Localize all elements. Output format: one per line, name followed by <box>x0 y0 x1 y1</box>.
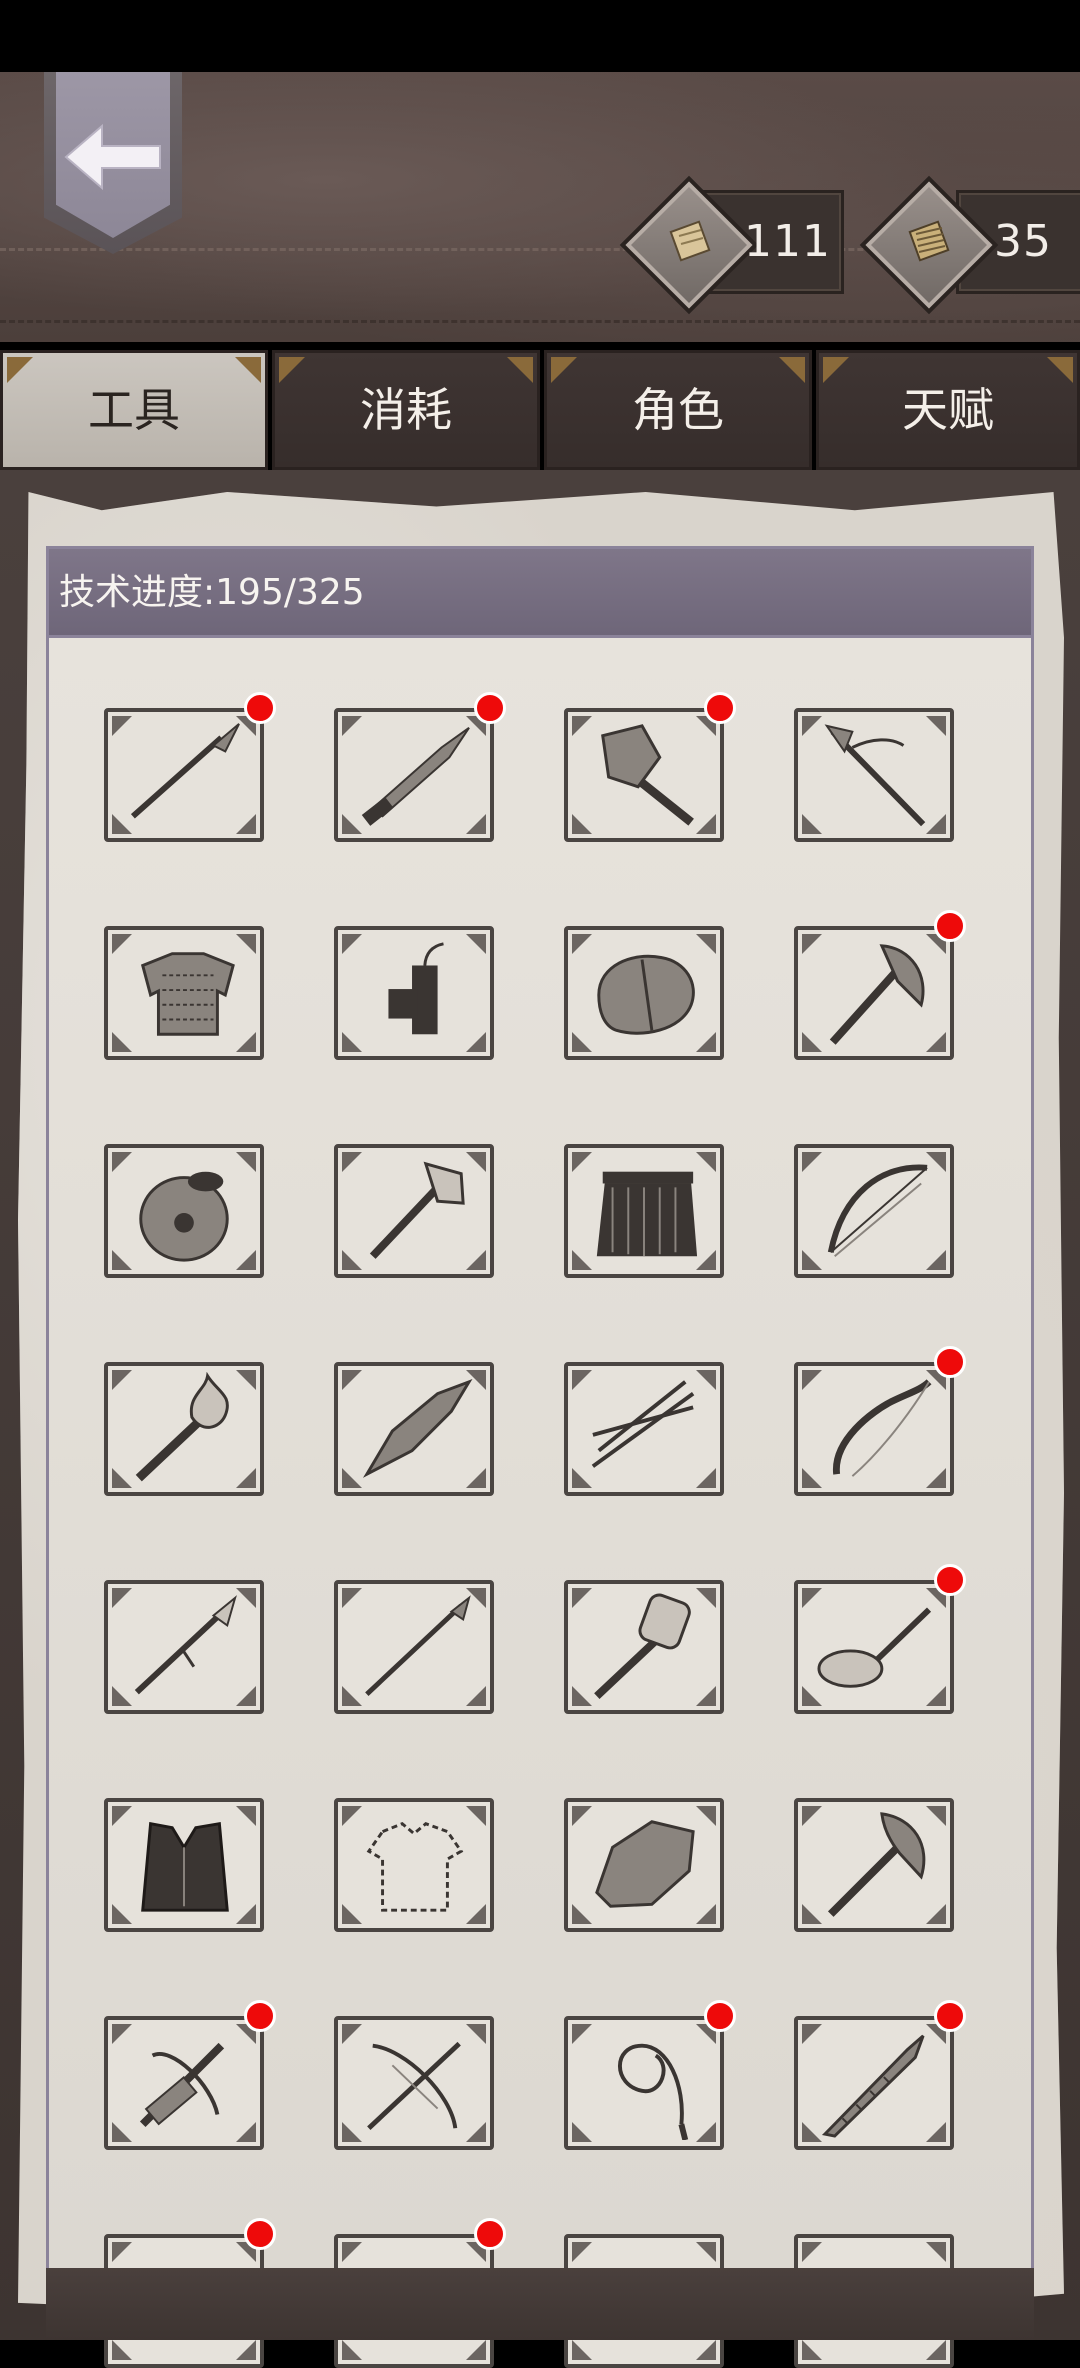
tech-item-slot[interactable] <box>794 1362 954 1496</box>
tech-item-slot[interactable] <box>794 1144 954 1278</box>
corner-ornament-icon <box>507 357 533 383</box>
tech-item-slot[interactable] <box>334 1580 494 1714</box>
status-bar <box>0 0 1080 72</box>
heavy-crossbow-icon <box>367 2041 461 2131</box>
tech-item-slot[interactable] <box>334 708 494 842</box>
corner-ornament-icon <box>551 357 577 383</box>
category-tabs: 工具 消耗 角色 天赋 <box>0 350 1080 470</box>
arrows-icon <box>591 1380 695 1468</box>
corner-ornament-icon <box>823 357 849 383</box>
woven-cloth-icon <box>908 220 950 262</box>
tech-item-slot[interactable] <box>794 708 954 842</box>
armor-backpack-icon <box>597 954 695 1035</box>
long-spear-icon <box>365 1595 471 1696</box>
fabric-scroll-icon <box>669 220 711 262</box>
flint-blade-icon <box>362 1378 473 1478</box>
tab-label: 角色 <box>632 383 724 437</box>
tech-item-slot[interactable] <box>334 926 494 1060</box>
serrated-sword-icon <box>821 2034 925 2138</box>
tab-label: 工具 <box>88 383 180 437</box>
currency-value-cloth: 111 <box>744 216 831 267</box>
leather-vest-icon <box>141 1821 229 1912</box>
battle-axe-icon <box>829 944 925 1045</box>
tab-label: 天赋 <box>902 383 994 437</box>
tech-progress-header: 技术进度:195/325 <box>46 546 1034 638</box>
stone-axe-icon <box>369 1161 465 1259</box>
whip-icon <box>617 2043 689 2140</box>
tech-item-slot[interactable] <box>334 1362 494 1496</box>
staff-spear-icon <box>824 724 926 827</box>
tech-item-slot[interactable] <box>794 1580 954 1714</box>
tech-item-slot[interactable] <box>564 1362 724 1496</box>
corner-ornament-icon <box>235 357 261 383</box>
tech-item-slot[interactable] <box>334 1798 494 1932</box>
tech-item-slot[interactable] <box>334 2016 494 2150</box>
tech-item-slot[interactable] <box>104 1144 264 1278</box>
tech-item-slot[interactable] <box>564 708 724 842</box>
grass-skirt-icon <box>596 1171 698 1257</box>
locked-shirt-outline-icon <box>366 1822 464 1912</box>
tech-item-slot[interactable] <box>794 2016 954 2150</box>
corner-ornament-icon <box>279 357 305 383</box>
chainmail-armor-icon <box>140 952 235 1036</box>
tab-consumables[interactable]: 消耗 <box>272 350 540 470</box>
fire-torch-icon <box>135 1372 229 1482</box>
back-arrow-icon[interactable] <box>62 120 164 194</box>
dynamite-icon <box>388 942 444 1035</box>
spear-icon <box>130 723 240 819</box>
tech-item-slot[interactable] <box>104 2016 264 2150</box>
tech-item-slot[interactable] <box>334 1144 494 1278</box>
stone-chunk-icon <box>595 1820 695 1908</box>
corner-ornament-icon <box>1047 357 1073 383</box>
tech-item-slot[interactable] <box>564 1798 724 1932</box>
frying-pan-icon <box>817 1607 932 1688</box>
panel-bottom-edge <box>46 2268 1034 2340</box>
corner-ornament-icon <box>779 357 805 383</box>
poison-pot-icon <box>139 1171 229 1262</box>
tech-item-slot[interactable] <box>794 926 954 1060</box>
tech-item-slot[interactable] <box>794 1798 954 1932</box>
tech-item-slot[interactable] <box>564 926 724 1060</box>
bow-icon <box>827 1164 928 1257</box>
tab-character[interactable]: 角色 <box>544 350 812 470</box>
dagger-icon <box>361 727 470 826</box>
stone-hammer-icon <box>601 724 694 826</box>
tech-item-slot[interactable] <box>564 2016 724 2150</box>
tab-tools[interactable]: 工具 <box>0 350 268 470</box>
crossbow-icon <box>139 2042 225 2128</box>
tech-item-slot[interactable] <box>564 1580 724 1714</box>
tech-item-slot[interactable] <box>104 1580 264 1714</box>
currency-value-weave: 35 <box>994 216 1052 267</box>
tribal-spear-icon <box>134 1595 237 1695</box>
tab-label: 消耗 <box>360 383 452 437</box>
war-hammer-icon <box>594 1593 691 1700</box>
corner-ornament-icon <box>7 357 33 383</box>
stitch-line <box>0 320 1080 323</box>
tech-item-slot[interactable] <box>104 1362 264 1496</box>
tech-item-slot[interactable] <box>104 926 264 1060</box>
tech-item-slot[interactable] <box>104 1798 264 1932</box>
tech-item-slot[interactable] <box>564 1144 724 1278</box>
double-axe-icon <box>827 1812 926 1917</box>
tech-item-slot[interactable] <box>104 708 264 842</box>
recurve-bow-icon <box>833 1379 932 1477</box>
tab-talents[interactable]: 天赋 <box>816 350 1080 470</box>
